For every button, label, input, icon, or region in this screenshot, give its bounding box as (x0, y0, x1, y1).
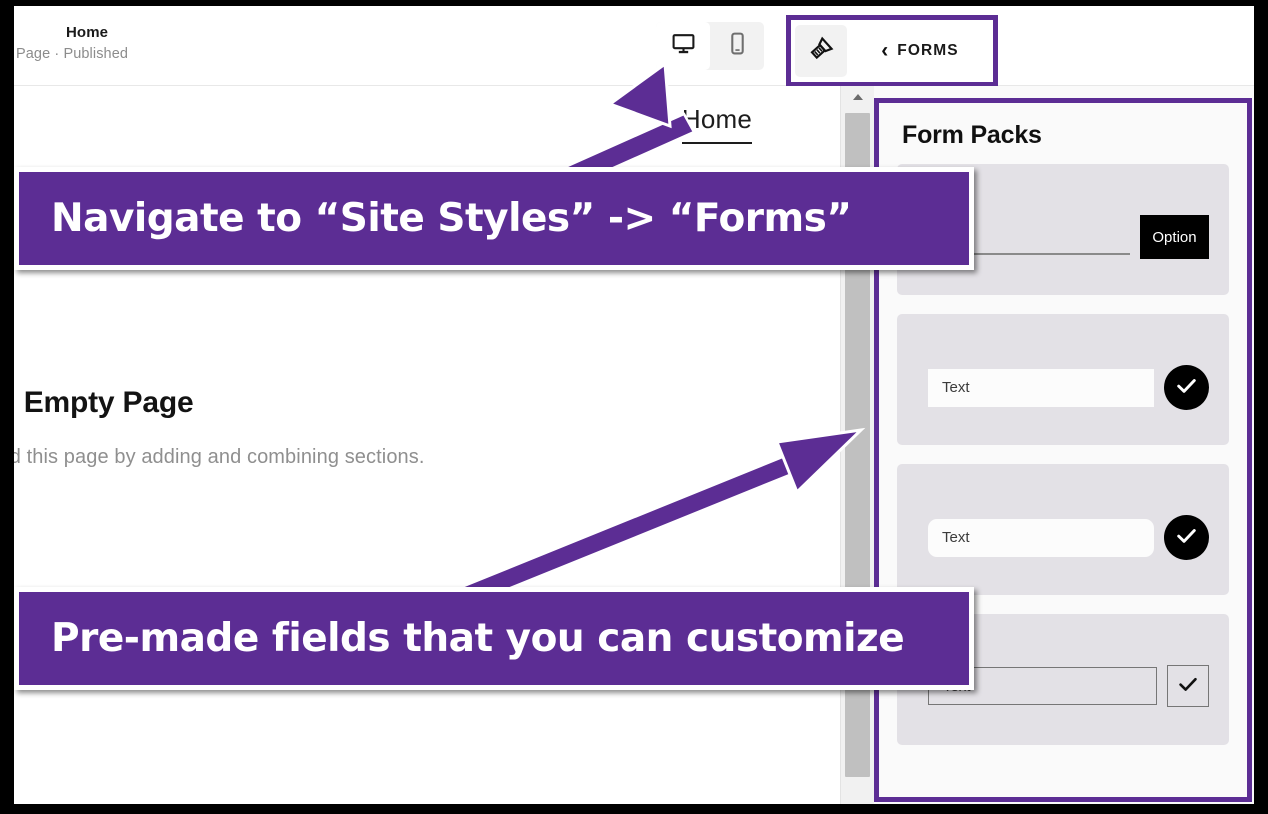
paintbrush-icon (806, 34, 836, 69)
hero-block: An Empty Page Build this page by adding … (14, 386, 676, 469)
page-status: Page · Published (16, 46, 129, 62)
forms-back-button[interactable]: ‹ FORMS (847, 20, 993, 82)
annotation-callout-2-text: Pre-made fields that you can customize (51, 616, 905, 661)
screenshot-root: Home Page · Published ‹ FORMS Home Empty… (0, 0, 1268, 814)
checkmark-icon (1174, 373, 1199, 403)
panel-title: Form Packs (902, 121, 1042, 149)
form-option-button[interactable]: Option (1140, 215, 1209, 259)
device-desktop-button[interactable] (656, 22, 710, 70)
scroll-up-arrow-icon[interactable] (841, 86, 874, 108)
annotation-callout-2: Pre-made fields that you can customize (14, 587, 974, 690)
device-preview-toggle[interactable] (656, 22, 764, 70)
annotation-callout-1: Navigate to “Site Styles” -> “Forms” (14, 167, 974, 270)
hero-headline: An Empty Page (14, 386, 194, 419)
device-mobile-button[interactable] (710, 22, 764, 70)
page-title: Home (66, 24, 109, 41)
form-field-input[interactable]: Text (928, 518, 1154, 557)
forms-back-label: FORMS (897, 42, 959, 59)
form-field-input[interactable]: Text (928, 368, 1154, 407)
desktop-monitor-icon (671, 31, 696, 61)
site-nav-label: Home (681, 104, 752, 134)
site-nav-item-home[interactable]: Home (681, 104, 752, 144)
hero-subline: Build this page by adding and combining … (14, 446, 425, 468)
mobile-phone-icon (725, 31, 750, 61)
form-pack-card[interactable]: Text (897, 314, 1229, 445)
editor-toolbar: Home Page · Published ‹ FORMS (14, 6, 1254, 87)
site-nav-underline (681, 142, 752, 144)
checkmark-icon (1176, 672, 1200, 701)
chevron-left-icon: ‹ (881, 38, 889, 62)
form-pack-card[interactable]: Text (897, 464, 1229, 595)
annotation-callout-1-text: Navigate to “Site Styles” -> “Forms” (51, 196, 852, 241)
form-submit-check-square[interactable] (1167, 665, 1209, 707)
form-pack-preview: Text (928, 365, 1209, 410)
site-styles-forms-group: ‹ FORMS (786, 15, 998, 87)
form-submit-check-round[interactable] (1164, 365, 1209, 410)
form-pack-preview: Text (928, 515, 1209, 560)
page-info: Home Page · Published (16, 23, 346, 65)
form-submit-check-round[interactable] (1164, 515, 1209, 560)
checkmark-icon (1174, 523, 1199, 553)
site-styles-button[interactable] (795, 25, 847, 77)
